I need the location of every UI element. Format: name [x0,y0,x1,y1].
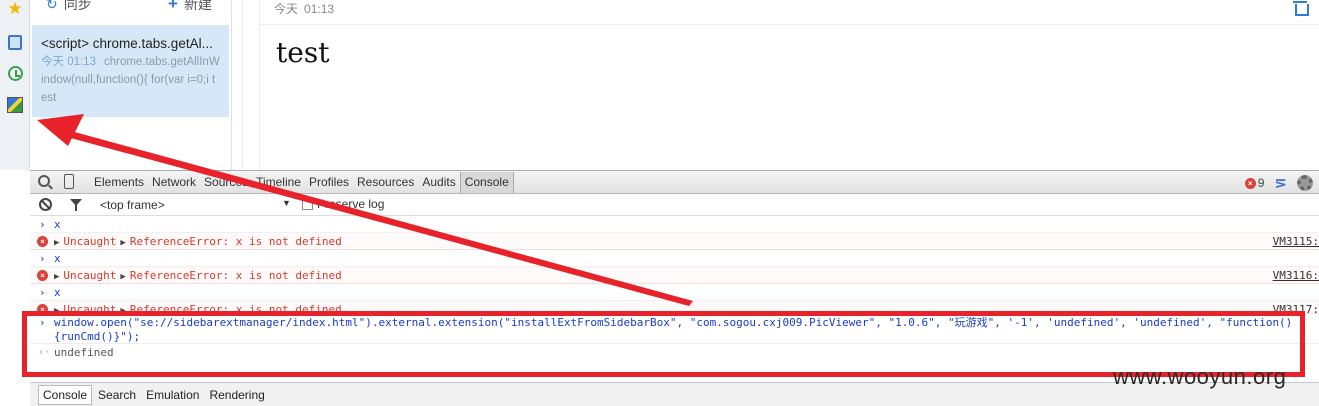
drawer-tab-emulation[interactable]: Emulation [142,386,203,404]
note-list-item[interactable]: <script> chrome.tabs.getAl... 今天 01:13 ch… [32,25,229,117]
sync-label: 同步 [63,0,92,12]
sync-button[interactable]: ↻ 同步 [46,0,92,14]
tab-resources[interactable]: Resources [353,172,418,193]
error-counter[interactable]: × 9 [1244,176,1265,190]
console-error-line: × ▶ Uncaught ▶ ReferenceError: x is not defi… [30,233,1319,250]
drawer-tab-rendering[interactable]: Rendering [205,386,268,404]
trash-icon[interactable] [1293,0,1309,16]
console-input-text: x [54,286,61,299]
error-prefix: Uncaught [63,235,117,248]
plus-icon: + [168,0,178,13]
watermark: www.wooyun.org [1113,364,1287,389]
expand-triangle-icon[interactable]: ▶ [54,238,59,248]
tab-timeline[interactable]: Timeline [252,172,305,193]
editor-divider [260,24,1319,25]
sync-icon: ↻ [46,0,58,12]
note-editor: 今天 01:13 test [260,0,1319,170]
left-rail: ★ [0,0,30,170]
new-note-label: 新建 [183,0,212,12]
tab-console[interactable]: Console [459,172,514,193]
frame-select[interactable]: <top frame> [100,198,295,212]
error-icon: × [1244,177,1256,189]
notebook-icon[interactable] [6,33,24,51]
tab-audits[interactable]: Audits [418,172,459,193]
device-mode-icon[interactable] [64,174,74,189]
note-item-date: 今天 01:13 [41,56,96,68]
inspect-search-icon[interactable] [38,175,50,187]
source-link[interactable]: VM3116: [1273,267,1319,284]
tab-sources[interactable]: Sources [200,172,252,193]
expand-triangle-icon[interactable]: ▶ [120,238,125,248]
tab-elements[interactable]: Elements [90,172,148,193]
error-message: ReferenceError: x is not defined [129,235,342,248]
picture-icon[interactable] [6,96,24,114]
clock-icon[interactable] [6,64,24,82]
star-icon[interactable]: ★ [6,0,24,18]
editor-gutter [232,0,260,170]
checkbox-box[interactable] [302,198,313,210]
filter-icon[interactable] [70,199,82,211]
gear-icon[interactable] [1297,175,1313,191]
note-list: ↻ 同步 + 新建 <script> chrome.tabs.getAl... … [30,0,232,170]
chevron-down-icon[interactable]: ▼ [282,198,291,208]
note-item-title: <script> chrome.tabs.getAl... [41,36,213,51]
tab-profiles[interactable]: Profiles [305,172,353,193]
show-drawer-icon[interactable]: ⋝ [1274,174,1287,192]
tab-network[interactable]: Network [148,172,200,193]
error-prefix: Uncaught [63,269,117,282]
console-input-text: x [54,218,61,231]
drawer-tab-search[interactable]: Search [94,386,140,404]
console-input-line: x [30,216,1319,233]
preserve-log-checkbox[interactable]: Preserve log [302,197,384,211]
devtools-right-controls: × 9 ⋝ [1244,174,1313,192]
console-filterbar: <top frame> ▼ Preserve log [30,194,1319,216]
error-icon: × [37,270,48,281]
console-input-text: x [54,252,61,265]
preserve-log-label: Preserve log [317,197,385,211]
error-message: ReferenceError: x is not defined [129,269,342,282]
expand-triangle-icon[interactable]: ▶ [120,272,125,282]
editor-body[interactable]: test [276,36,329,69]
editor-meta: 今天 01:13 [274,0,334,17]
clear-console-icon[interactable] [39,198,52,211]
editor-date-label: 今天 [274,2,299,16]
console-input-line: x [30,250,1319,267]
drawer-tab-console[interactable]: Console [38,384,93,405]
list-toolbar: ↻ 同步 + 新建 [30,0,231,14]
error-icon: × [37,236,48,247]
note-item-preview: 今天 01:13 chrome.tabs.getAllInWindow(null,… [41,53,221,107]
editor-time: 01:13 [304,2,335,16]
devtools-tabbar: Elements Network Sources Timeline Profil… [30,171,1319,194]
new-note-button[interactable]: + 新建 [168,0,212,14]
error-count: 9 [1257,176,1265,190]
devtools-tabs: Elements Network Sources Timeline Profil… [90,171,514,194]
console-input-line: x [30,284,1319,301]
console-error-line: × ▶ Uncaught ▶ ReferenceError: x is not defi… [30,267,1319,284]
expand-triangle-icon[interactable]: ▶ [54,272,59,282]
source-link[interactable]: VM3115: [1273,233,1319,250]
